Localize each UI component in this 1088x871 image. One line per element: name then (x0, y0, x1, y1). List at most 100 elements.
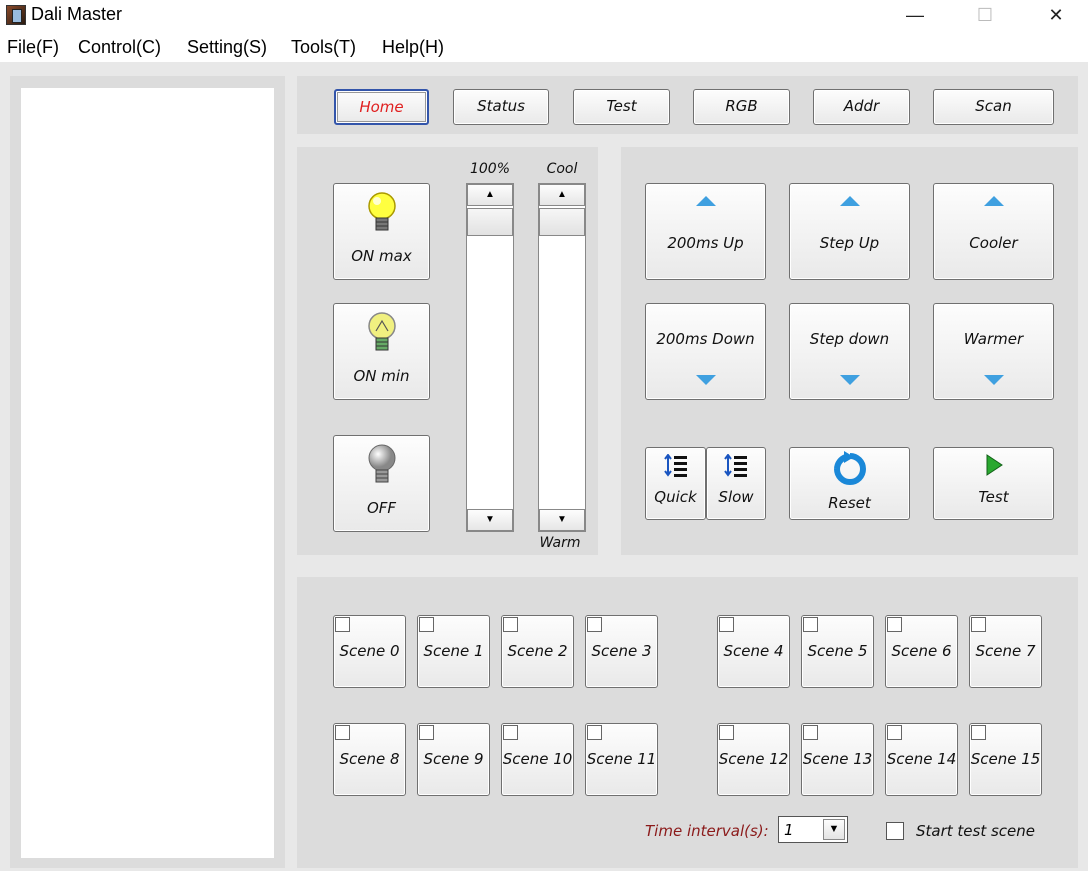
scene-checkbox[interactable] (587, 725, 602, 740)
off-button[interactable]: OFF (333, 435, 430, 532)
maximize-button[interactable]: ☐ (962, 0, 1008, 32)
scene-checkbox[interactable] (803, 617, 818, 632)
scene-button-7[interactable]: Scene 7 (969, 615, 1042, 688)
scene-checkbox[interactable] (719, 617, 734, 632)
arrow-down-icon (646, 375, 765, 385)
arrow-up-icon (790, 196, 909, 206)
quick-button[interactable]: Quick (645, 447, 706, 520)
scene-button-15[interactable]: Scene 15 (969, 723, 1042, 796)
scene-button-9[interactable]: Scene 9 (417, 723, 490, 796)
scene-button-4[interactable]: Scene 4 (717, 615, 790, 688)
scene-button-3[interactable]: Scene 3 (585, 615, 658, 688)
scene-label: Scene 8 (339, 750, 400, 768)
scene-checkbox[interactable] (971, 617, 986, 632)
scene-label: Scene 9 (423, 750, 484, 768)
sort-list-icon (724, 454, 747, 477)
brightness-label: 100% (469, 161, 511, 177)
colortemp-up-arrow[interactable]: ▲ (539, 184, 585, 206)
time-interval-select[interactable]: 1 ▼ (778, 816, 848, 843)
refresh-icon (834, 451, 866, 485)
quick-label: Quick (654, 488, 697, 506)
start-test-scene-checkbox[interactable] (886, 822, 904, 840)
colortemp-scrollbar[interactable]: ▲ ▼ (538, 183, 586, 532)
scene-button-10[interactable]: Scene 10 (501, 723, 574, 796)
device-tree[interactable] (21, 88, 274, 858)
scene-checkbox[interactable] (887, 617, 902, 632)
scene-label: Scene 4 (723, 642, 784, 660)
warm-label: Warm (539, 535, 581, 551)
on-max-label: ON max (351, 247, 412, 265)
scene-checkbox[interactable] (503, 725, 518, 740)
minimize-button[interactable]: — (892, 0, 938, 32)
scene-label: Scene 14 (886, 750, 957, 768)
tab-rgb[interactable]: RGB (693, 89, 790, 125)
on-min-button[interactable]: ON min (333, 303, 430, 400)
colortemp-down-arrow[interactable]: ▼ (539, 509, 585, 531)
chevron-down-icon[interactable]: ▼ (823, 819, 845, 840)
warmer-label: Warmer (963, 330, 1024, 348)
scene-checkbox[interactable] (503, 617, 518, 632)
scene-label: Scene 5 (807, 642, 868, 660)
scene-button-6[interactable]: Scene 6 (885, 615, 958, 688)
scene-button-11[interactable]: Scene 11 (585, 723, 658, 796)
cooler-button[interactable]: Cooler (933, 183, 1054, 280)
scene-checkbox[interactable] (587, 617, 602, 632)
slow-button[interactable]: Slow (706, 447, 766, 520)
arrow-down-icon (790, 375, 909, 385)
scene-checkbox[interactable] (335, 617, 350, 632)
tab-test[interactable]: Test (573, 89, 670, 125)
down-200ms-button[interactable]: 200ms Down (645, 303, 766, 400)
scene-checkbox[interactable] (971, 725, 986, 740)
scene-button-1[interactable]: Scene 1 (417, 615, 490, 688)
tab-home[interactable]: Home (334, 89, 429, 125)
scene-label: Scene 6 (891, 642, 952, 660)
menu-tools[interactable]: Tools(T) (291, 37, 356, 58)
test-button[interactable]: Test (933, 447, 1054, 520)
menu-control[interactable]: Control(C) (78, 37, 161, 58)
time-interval-label: Time interval(s): (645, 822, 769, 840)
colortemp-thumb[interactable] (539, 208, 585, 236)
on-max-button[interactable]: ON max (333, 183, 430, 280)
scene-button-0[interactable]: Scene 0 (333, 615, 406, 688)
brightness-down-arrow[interactable]: ▼ (467, 509, 513, 531)
cool-label: Cool (546, 161, 578, 177)
tab-status[interactable]: Status (453, 89, 549, 125)
reset-button[interactable]: Reset (789, 447, 910, 520)
scene-checkbox[interactable] (719, 725, 734, 740)
scene-checkbox[interactable] (803, 725, 818, 740)
tab-scan[interactable]: Scan (933, 89, 1054, 125)
up-200ms-label: 200ms Up (667, 234, 744, 252)
close-button[interactable]: ✕ (1033, 0, 1079, 32)
on-min-label: ON min (353, 367, 410, 385)
arrow-up-icon (934, 196, 1053, 206)
scene-button-5[interactable]: Scene 5 (801, 615, 874, 688)
scene-checkbox[interactable] (419, 725, 434, 740)
cooler-label: Cooler (969, 234, 1018, 252)
scene-checkbox[interactable] (419, 617, 434, 632)
scene-label: Scene 0 (339, 642, 400, 660)
menu-help[interactable]: Help(H) (382, 37, 444, 58)
scene-button-2[interactable]: Scene 2 (501, 615, 574, 688)
scene-label: Scene 13 (802, 750, 873, 768)
menu-file[interactable]: File(F) (7, 37, 59, 58)
brightness-scrollbar[interactable]: ▲ ▼ (466, 183, 514, 532)
scene-checkbox[interactable] (887, 725, 902, 740)
off-label: OFF (366, 499, 397, 517)
scene-button-8[interactable]: Scene 8 (333, 723, 406, 796)
step-up-button[interactable]: Step Up (789, 183, 910, 280)
warmer-button[interactable]: Warmer (933, 303, 1054, 400)
up-200ms-button[interactable]: 200ms Up (645, 183, 766, 280)
scene-button-13[interactable]: Scene 13 (801, 723, 874, 796)
brightness-up-arrow[interactable]: ▲ (467, 184, 513, 206)
brightness-thumb[interactable] (467, 208, 513, 236)
menu-setting[interactable]: Setting(S) (187, 37, 267, 58)
scene-button-12[interactable]: Scene 12 (717, 723, 790, 796)
tab-addr[interactable]: Addr (813, 89, 910, 125)
step-up-label: Step Up (819, 234, 880, 252)
arrow-up-icon (646, 196, 765, 206)
scene-button-14[interactable]: Scene 14 (885, 723, 958, 796)
step-down-button[interactable]: Step down (789, 303, 910, 400)
scene-checkbox[interactable] (335, 725, 350, 740)
scene-label: Scene 7 (975, 642, 1036, 660)
step-down-label: Step down (809, 330, 890, 348)
